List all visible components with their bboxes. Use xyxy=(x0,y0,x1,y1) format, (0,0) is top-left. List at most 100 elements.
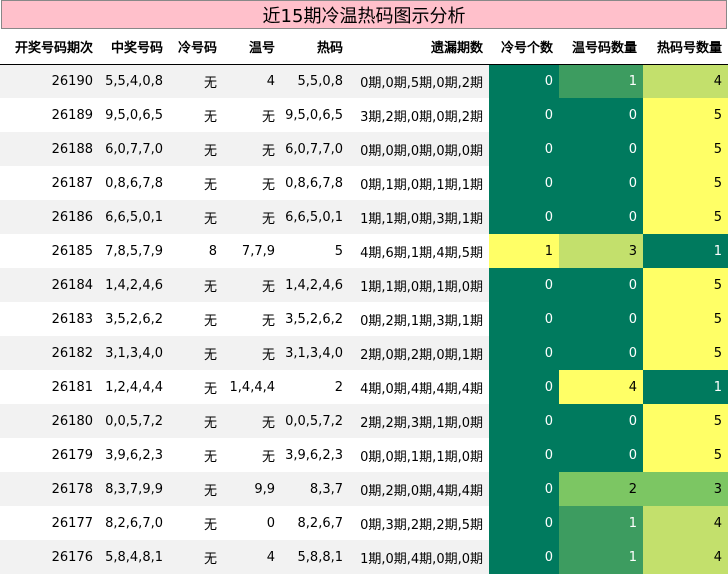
cell-warm-numbers: 0 xyxy=(223,506,281,540)
cell-cold-numbers: 无 xyxy=(169,404,223,438)
cell-cold-numbers: 无 xyxy=(169,540,223,574)
cell-winning-numbers: 1,2,4,4,4 xyxy=(99,370,169,404)
cell-warm-numbers: 无 xyxy=(223,404,281,438)
header-cold-count: 冷号个数 xyxy=(500,40,553,56)
cell-hot-count: 4 xyxy=(643,506,728,540)
header-issue: 开奖号码期次 xyxy=(14,40,93,56)
cell-hot-count: 5 xyxy=(643,404,728,438)
cell-cold-numbers: 无 xyxy=(169,268,223,302)
cell-missing-periods: 2期,0期,2期,0期,1期 xyxy=(349,336,489,370)
cell-winning-numbers: 5,8,4,8,1 xyxy=(99,540,169,574)
table-body: 26190 5,5,4,0,8 无 4 5,5,0,8 0期,0期,5期,0期,2期 0 1 4… xyxy=(0,64,728,574)
table-row: 26189 9,5,0,6,5 无无 9,5,0,6,5 3期,2期,0期,0期,2期 0… xyxy=(0,98,728,132)
header-warm-numbers: 温号 xyxy=(248,40,275,56)
cell-warm-numbers: 无 xyxy=(223,200,281,234)
cell-cold-count: 0 xyxy=(489,166,559,200)
cell-warm-count: 0 xyxy=(559,98,643,132)
cell-warm-count: 1 xyxy=(559,540,643,574)
cell-cold-count: 0 xyxy=(489,370,559,404)
cell-missing-periods: 1期,1期,0期,1期,0期 xyxy=(349,268,489,302)
cell-hot-numbers: 6,6,5,0,1 xyxy=(281,200,349,234)
cell-hot-numbers: 9,5,0,6,5 xyxy=(281,98,349,132)
header-warm-count: 温号码数量 xyxy=(571,40,637,56)
cell-cold-count: 0 xyxy=(489,404,559,438)
cell-warm-numbers: 4 xyxy=(223,540,281,574)
cell-warm-count: 0 xyxy=(559,268,643,302)
cell-hot-numbers: 5,8,8,1 xyxy=(281,540,349,574)
cell-warm-count: 0 xyxy=(559,166,643,200)
cell-hot-numbers: 2 xyxy=(281,370,349,404)
cell-issue: 26186 xyxy=(0,200,99,234)
cell-warm-count: 0 xyxy=(559,336,643,370)
cell-issue: 26179 xyxy=(0,438,99,472)
cell-hot-count: 4 xyxy=(643,540,728,574)
cell-warm-numbers: 无 xyxy=(223,98,281,132)
cell-hot-count: 1 xyxy=(643,370,728,404)
cell-warm-numbers: 无 xyxy=(223,438,281,472)
cell-warm-numbers: 1,4,4,4 xyxy=(223,370,281,404)
cell-hot-count: 5 xyxy=(643,336,728,370)
cell-cold-numbers: 无 xyxy=(169,64,223,98)
cell-missing-periods: 1期,1期,0期,3期,1期 xyxy=(349,200,489,234)
cell-warm-count: 0 xyxy=(559,132,643,166)
cell-warm-numbers: 无 xyxy=(223,336,281,370)
cell-hot-count: 3 xyxy=(643,472,728,506)
cell-cold-numbers: 无 xyxy=(169,370,223,404)
cell-warm-numbers: 无 xyxy=(223,132,281,166)
cell-issue: 26190 xyxy=(0,64,99,98)
header-winning-numbers: 中奖号码 xyxy=(110,40,163,56)
cell-cold-numbers: 无 xyxy=(169,166,223,200)
cell-hot-numbers: 0,8,6,7,8 xyxy=(281,166,349,200)
cell-hot-numbers: 3,1,3,4,0 xyxy=(281,336,349,370)
cell-warm-numbers: 无 xyxy=(223,302,281,336)
cell-warm-count: 0 xyxy=(559,302,643,336)
table-row: 26186 6,6,5,0,1 无无 6,6,5,0,1 1期,1期,0期,3期,1期 0… xyxy=(0,200,728,234)
cell-hot-count: 5 xyxy=(643,200,728,234)
cell-winning-numbers: 0,0,5,7,2 xyxy=(99,404,169,438)
cell-winning-numbers: 7,8,5,7,9 xyxy=(99,234,169,268)
cell-winning-numbers: 6,0,7,7,0 xyxy=(99,132,169,166)
cell-warm-count: 3 xyxy=(559,234,643,268)
cell-warm-numbers: 无 xyxy=(223,166,281,200)
cell-issue: 26189 xyxy=(0,98,99,132)
cell-issue: 26188 xyxy=(0,132,99,166)
header-hot-numbers: 热码 xyxy=(316,40,343,56)
table-row: 26176 5,8,4,8,1 无 4 5,8,8,1 1期,0期,4期,0期,0期 0 1 4 xyxy=(0,540,728,574)
cell-winning-numbers: 0,8,6,7,8 xyxy=(99,166,169,200)
cell-hot-count: 5 xyxy=(643,98,728,132)
cell-hot-numbers: 8,2,6,7 xyxy=(281,506,349,540)
cell-cold-count: 0 xyxy=(489,64,559,98)
cell-warm-count: 2 xyxy=(559,472,643,506)
cell-hot-count: 1 xyxy=(643,234,728,268)
cell-cold-numbers: 无 xyxy=(169,472,223,506)
cell-issue: 26187 xyxy=(0,166,99,200)
cell-hot-numbers: 0,0,5,7,2 xyxy=(281,404,349,438)
cell-issue: 26185 xyxy=(0,234,99,268)
cell-warm-numbers: 9,9 xyxy=(223,472,281,506)
cell-cold-numbers: 无 xyxy=(169,200,223,234)
cell-hot-count: 5 xyxy=(643,268,728,302)
cell-winning-numbers: 3,5,2,6,2 xyxy=(99,302,169,336)
header-hot-count: 热码号数量 xyxy=(656,40,722,56)
table-row: 26179 3,9,6,2,3 无无 3,9,6,2,3 0期,0期,1期,1期,0期 0… xyxy=(0,438,728,472)
cell-winning-numbers: 9,5,0,6,5 xyxy=(99,98,169,132)
cell-warm-count: 0 xyxy=(559,200,643,234)
cell-missing-periods: 0期,3期,2期,2期,5期 xyxy=(349,506,489,540)
cell-cold-numbers: 无 xyxy=(169,302,223,336)
cell-issue: 26184 xyxy=(0,268,99,302)
cell-cold-count: 0 xyxy=(489,200,559,234)
cell-winning-numbers: 8,2,6,7,0 xyxy=(99,506,169,540)
cell-warm-numbers: 4 xyxy=(223,64,281,98)
cell-hot-count: 5 xyxy=(643,302,728,336)
cell-missing-periods: 1期,0期,4期,0期,0期 xyxy=(349,540,489,574)
page-title: 近15期冷温热码图示分析 xyxy=(1,0,727,29)
cell-missing-periods: 0期,0期,0期,0期,0期 xyxy=(349,132,489,166)
table-row: 26188 6,0,7,7,0 无无 6,0,7,7,0 0期,0期,0期,0期,0期 0… xyxy=(0,132,728,166)
cell-hot-numbers: 3,9,6,2,3 xyxy=(281,438,349,472)
table-row: 26187 0,8,6,7,8 无无 0,8,6,7,8 0期,1期,0期,1期,1期 0… xyxy=(0,166,728,200)
cell-cold-numbers: 无 xyxy=(169,506,223,540)
cell-hot-numbers: 5,5,0,8 xyxy=(281,64,349,98)
cell-cold-count: 0 xyxy=(489,268,559,302)
cell-warm-numbers: 无 xyxy=(223,268,281,302)
cell-hot-numbers: 1,4,2,4,6 xyxy=(281,268,349,302)
